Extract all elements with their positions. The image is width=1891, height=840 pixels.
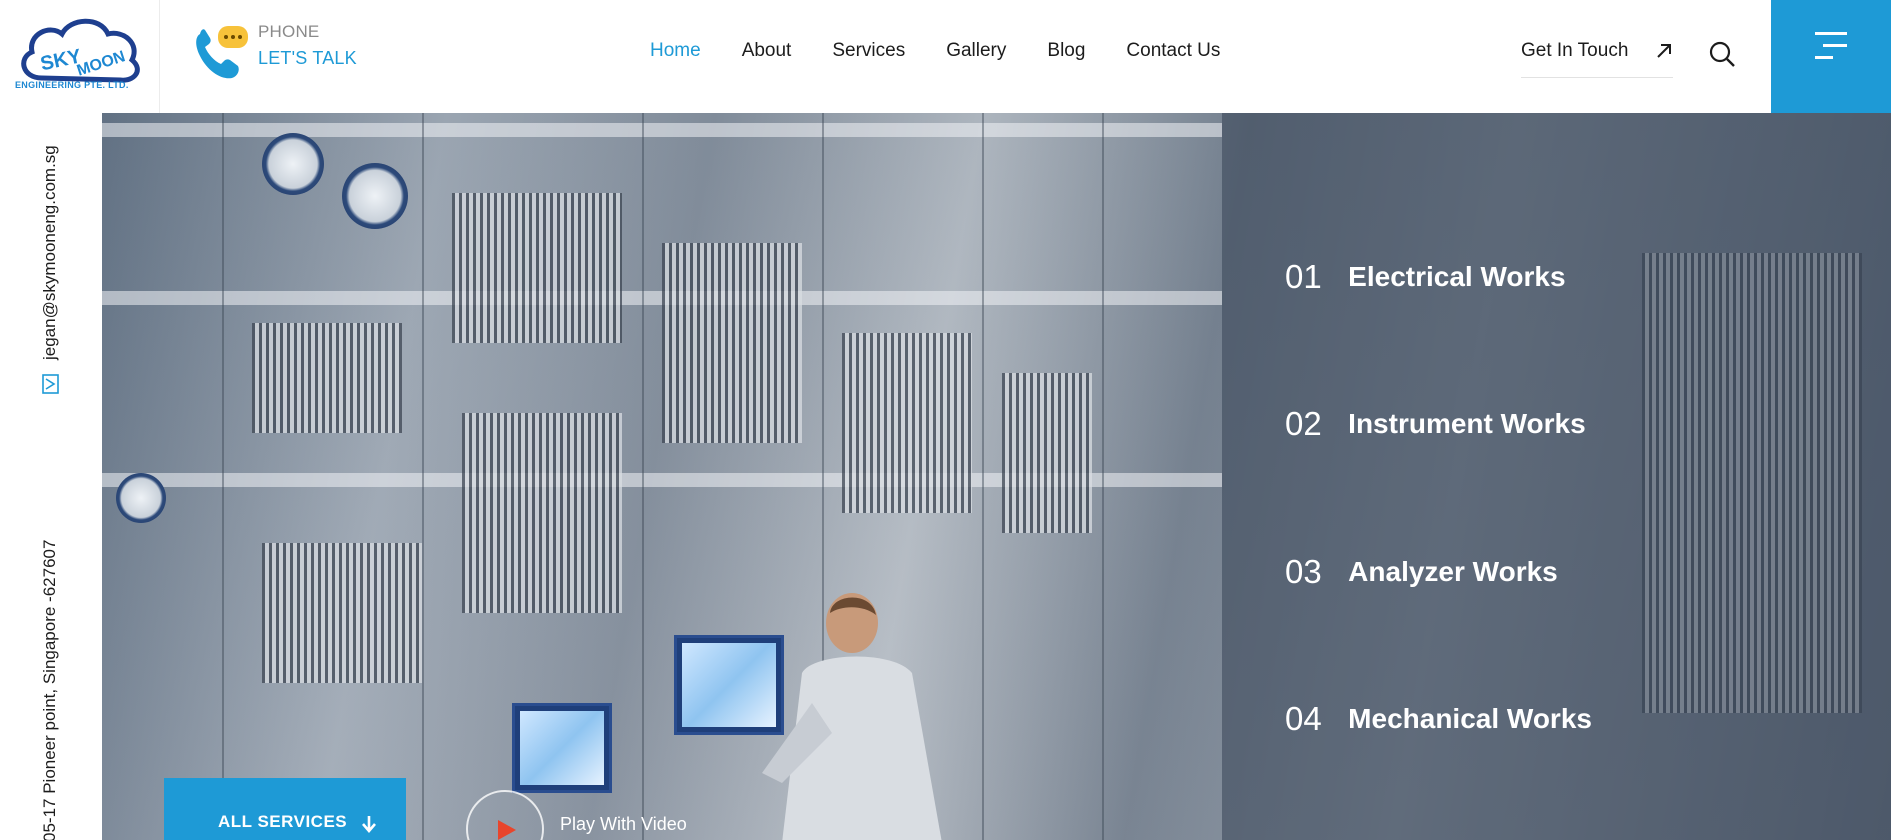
menu-button[interactable] — [1771, 0, 1891, 113]
site-header: SKY MOON ENGINEERING PTE. LTD. PHONE LET… — [0, 0, 1891, 113]
get-in-touch-button[interactable]: Get In Touch — [1521, 40, 1673, 78]
arrow-up-right-icon — [1657, 44, 1671, 58]
nav-item-contact-us[interactable]: Contact Us — [1126, 40, 1220, 70]
service-item-analyzer[interactable]: 03 Analyzer Works — [1285, 553, 1558, 591]
hero-banner — [102, 113, 1891, 840]
service-name: Instrument Works — [1348, 408, 1586, 439]
nav-item-about[interactable]: About — [742, 40, 792, 70]
mail-icon — [42, 374, 59, 394]
service-name: Mechanical Works — [1348, 703, 1592, 734]
logo[interactable]: SKY MOON ENGINEERING PTE. LTD. — [0, 0, 160, 113]
service-number: 03 — [1285, 553, 1322, 590]
phone-label: PHONE — [258, 22, 320, 41]
side-address: 05-17 Pioneer point, Singapore -627607 — [40, 539, 59, 840]
nav-item-blog[interactable]: Blog — [1047, 40, 1085, 70]
hamburger-menu-icon — [1815, 32, 1847, 59]
side-email[interactable]: jegan@skymooneng.com.sg — [40, 145, 60, 360]
nav-item-home[interactable]: Home — [650, 40, 701, 70]
play-icon — [498, 820, 516, 840]
all-services-button[interactable]: ALL SERVICES — [164, 778, 406, 840]
svg-text:MOON: MOON — [75, 48, 128, 80]
nav-item-gallery[interactable]: Gallery — [946, 40, 1006, 70]
service-number: 02 — [1285, 405, 1322, 442]
service-name: Analyzer Works — [1348, 556, 1558, 587]
side-email-wrap: jegan@skymooneng.com.sg — [32, 113, 68, 403]
play-video-label[interactable]: Play With Video — [560, 814, 687, 835]
engineer-figure — [762, 593, 942, 840]
service-item-mechanical[interactable]: 04 Mechanical Works — [1285, 700, 1592, 738]
service-name: Electrical Works — [1348, 261, 1566, 292]
service-number: 01 — [1285, 258, 1322, 295]
service-item-electrical[interactable]: 01 Electrical Works — [1285, 258, 1566, 296]
phone-chat-icon — [196, 26, 248, 79]
nav-item-services[interactable]: Services — [832, 40, 905, 70]
arrow-down-icon — [362, 816, 376, 833]
phone-contact[interactable]: PHONE LET'S TALK — [194, 20, 394, 80]
all-services-label: ALL SERVICES — [218, 812, 348, 831]
service-item-instrument[interactable]: 02 Instrument Works — [1285, 405, 1586, 443]
main-nav: Home About Services Gallery Blog Contact… — [650, 40, 1261, 70]
search-icon[interactable] — [1708, 40, 1736, 68]
logo-tagline: ENGINEERING PTE. LTD. — [15, 80, 129, 90]
service-number: 04 — [1285, 700, 1322, 737]
lets-talk-link[interactable]: LET'S TALK — [258, 48, 357, 69]
get-in-touch-label: Get In Touch — [1521, 40, 1629, 61]
